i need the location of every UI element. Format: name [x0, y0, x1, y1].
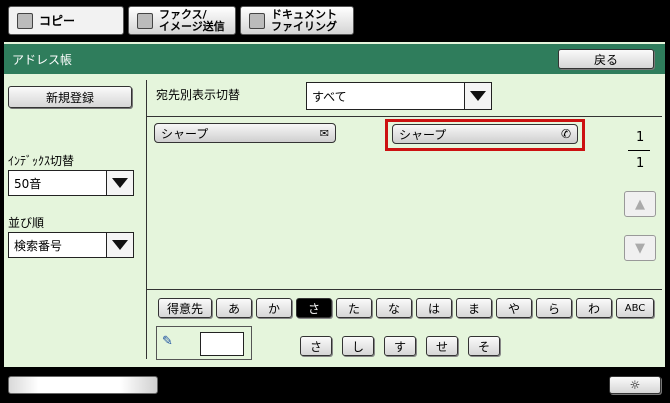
brightness-icon: ☼ — [629, 378, 641, 392]
kana-tab-ya[interactable]: や — [496, 298, 532, 318]
kana-tab-sa[interactable]: さ — [296, 298, 332, 318]
tab-copy-label: コピー — [39, 13, 76, 28]
back-button[interactable]: 戻る — [558, 49, 654, 69]
kana-tab-a[interactable]: あ — [216, 298, 252, 318]
horizontal-divider-lower — [146, 289, 662, 290]
filter-select[interactable]: すべて — [306, 82, 492, 110]
vertical-divider — [146, 80, 147, 359]
sub-key-se[interactable]: せ — [426, 336, 458, 356]
sub-key-su[interactable]: す — [384, 336, 416, 356]
sub-key-so[interactable]: そ — [468, 336, 500, 356]
tab-fax-label: ファクス/ イメージ送信 — [159, 7, 225, 33]
kana-tab-ta[interactable]: た — [336, 298, 372, 318]
brightness-button[interactable]: ☼ — [609, 376, 661, 394]
arrow-up-icon: ▲ — [635, 196, 645, 212]
entry-name: シャープ — [161, 126, 209, 141]
index-switch-label: ｲﾝﾃﾞｯｸｽ切替 — [8, 154, 75, 168]
phone-icon: ✆ — [560, 127, 571, 141]
fax-icon — [137, 12, 153, 29]
sub-key-shi[interactable]: し — [342, 336, 374, 356]
tab-fax-image-send[interactable]: ファクス/ イメージ送信 — [128, 6, 236, 35]
page-title: アドレス帳 — [12, 52, 73, 67]
index-select[interactable]: 50音 — [8, 170, 134, 196]
page-total: 1 — [636, 156, 645, 171]
horizontal-divider — [146, 116, 662, 117]
page-separator — [628, 150, 650, 151]
address-entry-phone[interactable]: シャープ ✆ — [392, 124, 578, 144]
chevron-down-icon[interactable] — [464, 83, 491, 109]
entry-name: シャープ — [399, 127, 447, 142]
sort-order-select[interactable]: 検索番号 — [8, 232, 134, 258]
document-filing-icon — [249, 12, 265, 29]
direct-entry-icon: ✎ — [162, 334, 173, 349]
scroll-down-button[interactable]: ▼ — [624, 235, 656, 261]
tab-copy[interactable]: コピー — [8, 6, 124, 35]
kana-tab-ra[interactable]: ら — [536, 298, 572, 318]
filter-label: 宛先別表示切替 — [156, 88, 241, 102]
status-bar[interactable] — [8, 376, 158, 394]
sub-key-sa[interactable]: さ — [300, 336, 332, 356]
kana-tab-ha[interactable]: は — [416, 298, 452, 318]
direct-entry-field[interactable] — [200, 332, 244, 356]
new-register-button[interactable]: 新規登録 — [8, 86, 132, 108]
chevron-down-icon[interactable] — [106, 171, 133, 195]
kana-tab-wa[interactable]: わ — [576, 298, 612, 318]
kana-tab-na[interactable]: な — [376, 298, 412, 318]
tab-document-filing-label: ドキュメント ファイリング — [271, 7, 337, 33]
kana-tab-ka[interactable]: か — [256, 298, 292, 318]
scroll-up-button[interactable]: ▲ — [624, 191, 656, 217]
arrow-down-icon: ▼ — [635, 240, 645, 256]
chevron-down-icon[interactable] — [106, 233, 133, 257]
kana-tab-tokuisaki[interactable]: 得意先 — [158, 298, 212, 318]
kana-tab-abc[interactable]: ABC — [616, 298, 654, 318]
page-current: 1 — [636, 130, 645, 145]
sort-order-label: 並び順 — [8, 216, 45, 230]
tab-document-filing[interactable]: ドキュメント ファイリング — [240, 6, 354, 35]
copy-icon — [17, 12, 33, 29]
address-entry-email[interactable]: シャープ ✉ — [154, 123, 336, 143]
email-icon: ✉ — [319, 126, 329, 140]
kana-tab-ma[interactable]: ま — [456, 298, 492, 318]
